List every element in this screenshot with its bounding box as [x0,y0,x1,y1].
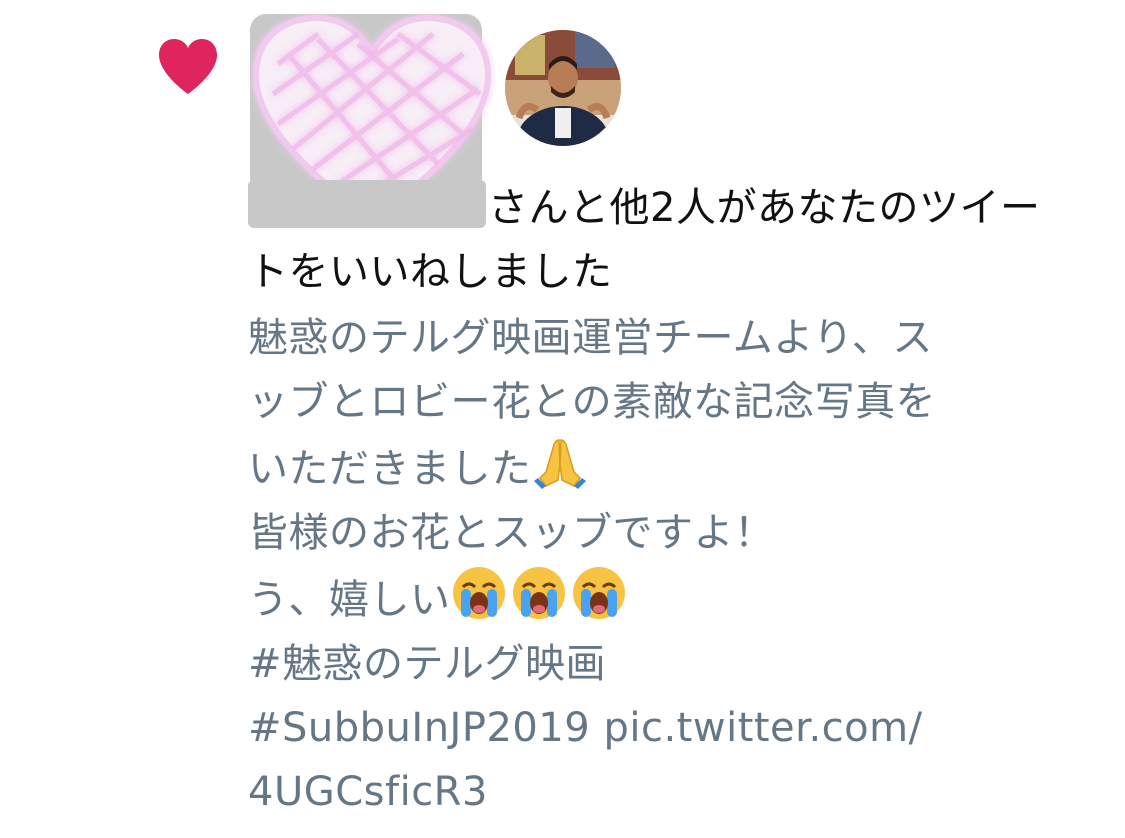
loudly-crying-face-emoji [452,567,505,619]
tweet-line: う、嬉しい [248,565,1078,632]
tweet-line-text: う、嬉しい [248,577,451,623]
tweet-line: いただきました [248,434,1078,501]
tweet-line: ッブとロビー花との素敵な記念写真を [248,379,937,425]
hashtag-and-pic-link[interactable]: #SubbuInJP2019 pic.twitter.com/ [248,696,1078,760]
notification-headline[interactable]: さんと他2人があなたのツイートをいいねしました [248,176,1068,304]
hashtag-link[interactable]: #魅惑のテルグ映画 [248,632,1078,696]
user-avatar[interactable] [505,30,621,146]
avatar-image [505,30,621,146]
tweet-line: 魅惑のテルグ映画運営チームより、ス [248,315,933,361]
tweet-line-text: いただきました [248,446,532,492]
loudly-crying-face-emoji [512,567,565,619]
tweet-line: 皆様のお花とスッブですよ！ [248,510,775,556]
pic-link[interactable]: 4UGCsficR3 [248,760,1078,824]
folded-hands-emoji [533,439,586,489]
heart-icon [159,39,217,94]
liked-tweet-text[interactable]: 魅惑のテルグ映画運営チームより、ス ッブとロビー花との素敵な記念写真を いただき… [248,306,1078,824]
loudly-crying-face-emoji [572,567,625,619]
like-notification[interactable]: さんと他2人があなたのツイートをいいねしました 魅惑のテルグ映画運営チームより、… [0,0,1125,838]
